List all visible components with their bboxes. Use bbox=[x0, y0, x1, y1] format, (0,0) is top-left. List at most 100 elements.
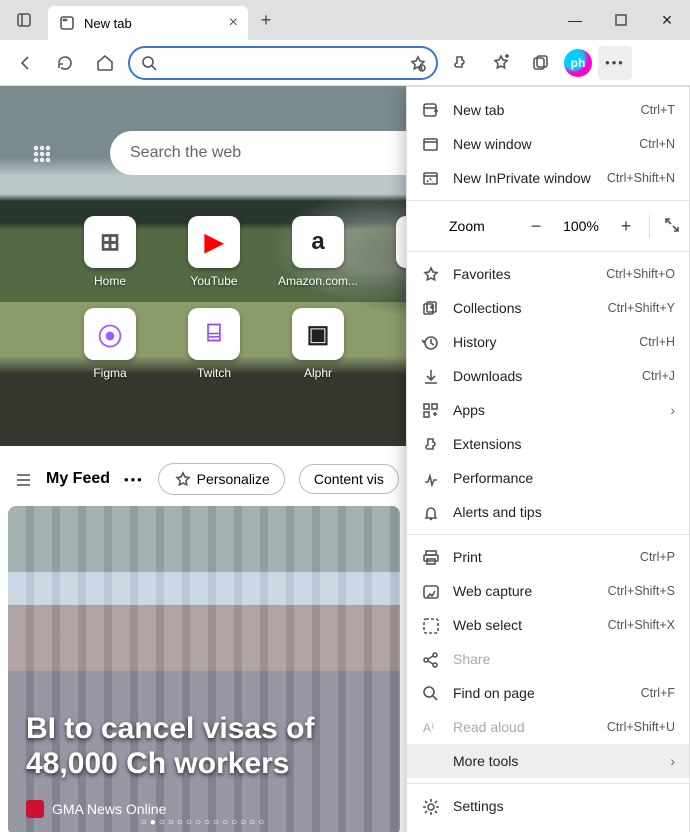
history-icon bbox=[421, 333, 439, 351]
capture-icon bbox=[421, 582, 439, 600]
menu-item-hide-sidebar[interactable]: Hide sidebarCtrl+Shift+/ bbox=[407, 823, 689, 832]
menu-item-alerts-and-tips[interactable]: Alerts and tips bbox=[407, 495, 689, 529]
arrow-left-icon bbox=[15, 53, 35, 73]
app-launcher-button[interactable] bbox=[32, 144, 50, 165]
tile-icon: ▣ bbox=[292, 308, 344, 360]
inprivate-icon bbox=[421, 169, 439, 187]
menu-item-label: Apps bbox=[453, 402, 485, 418]
menu-item-find-on-page[interactable]: Find on pageCtrl+F bbox=[407, 676, 689, 710]
minimize-button[interactable]: — bbox=[552, 0, 598, 40]
fullscreen-button[interactable] bbox=[649, 215, 675, 238]
menu-item-shortcut: Ctrl+P bbox=[640, 550, 675, 564]
carousel-dots[interactable]: ○●○○○○○○○○○○○○ bbox=[141, 817, 268, 828]
search-icon bbox=[140, 54, 158, 72]
read-icon: A⁾ bbox=[421, 718, 439, 736]
menu-item-web-capture[interactable]: Web captureCtrl+Shift+S bbox=[407, 574, 689, 608]
menu-item-downloads[interactable]: DownloadsCtrl+J bbox=[407, 359, 689, 393]
tile-icon: ▶ bbox=[188, 216, 240, 268]
new-tab-button[interactable]: + bbox=[248, 2, 284, 38]
maximize-button[interactable] bbox=[598, 0, 644, 40]
news-headline: BI to cancel visas of 48,000 Ch workers bbox=[26, 712, 390, 781]
tab-close-button[interactable]: × bbox=[229, 14, 238, 32]
tile-label: Figma bbox=[93, 366, 126, 380]
chevron-right-icon: › bbox=[670, 753, 675, 769]
menu-item-new-tab[interactable]: New tabCtrl+T bbox=[407, 93, 689, 127]
quick-links-grid: ⊞Home▶YouTubeaAmazon.com...•http⦿Figma⌸T… bbox=[75, 216, 457, 380]
menu-item-label: Web capture bbox=[453, 583, 532, 599]
refresh-button[interactable] bbox=[48, 46, 82, 80]
back-button[interactable] bbox=[8, 46, 42, 80]
overflow-menu: New tabCtrl+TNew windowCtrl+NNew InPriva… bbox=[406, 86, 690, 832]
address-input[interactable] bbox=[166, 55, 400, 71]
menu-item-label: Share bbox=[453, 651, 490, 667]
close-window-button[interactable]: × bbox=[644, 0, 690, 40]
profile-avatar[interactable]: ph bbox=[564, 49, 592, 77]
menu-item-history[interactable]: HistoryCtrl+H bbox=[407, 325, 689, 359]
menu-item-label: Find on page bbox=[453, 685, 535, 701]
menu-item-apps[interactable]: Apps › bbox=[407, 393, 689, 427]
home-button[interactable] bbox=[88, 46, 122, 80]
quick-link-tile[interactable]: ▶ YouTube bbox=[179, 216, 249, 288]
menu-zoom-row: Zoom − 100% + bbox=[407, 206, 689, 246]
grid-icon bbox=[32, 144, 50, 162]
select-icon bbox=[421, 616, 439, 634]
fullscreen-icon bbox=[662, 215, 680, 233]
quick-link-tile[interactable]: ⦿Figma bbox=[75, 308, 145, 380]
bell-icon bbox=[421, 503, 439, 521]
zoom-label: Zoom bbox=[421, 218, 485, 234]
quick-link-tile[interactable]: aAmazon.com... bbox=[283, 216, 353, 288]
overflow-menu-button[interactable]: ••• bbox=[598, 46, 632, 80]
puzzle-icon bbox=[451, 53, 471, 73]
chevron-right-icon: › bbox=[670, 402, 675, 418]
menu-item-favorites[interactable]: FavoritesCtrl+Shift+O bbox=[407, 257, 689, 291]
star-icon bbox=[421, 265, 439, 283]
apps-icon bbox=[421, 401, 439, 419]
news-card[interactable]: BI to cancel visas of 48,000 Ch workers … bbox=[8, 506, 400, 832]
tile-label: Amazon.com... bbox=[278, 274, 358, 288]
zoom-percent: 100% bbox=[559, 218, 603, 234]
favorites-button[interactable] bbox=[484, 46, 518, 80]
tile-label: YouTube bbox=[190, 274, 237, 288]
menu-item-settings[interactable]: Settings bbox=[407, 789, 689, 823]
menu-item-more-tools[interactable]: More tools› bbox=[407, 744, 689, 778]
quick-link-tile[interactable]: ⌸Twitch bbox=[179, 308, 249, 380]
personalize-chip[interactable]: Personalize bbox=[158, 463, 285, 495]
browser-tab[interactable]: New tab × bbox=[48, 6, 248, 40]
tabs-icon bbox=[15, 11, 33, 29]
feed-options-button[interactable]: ••• bbox=[124, 472, 144, 487]
menu-item-performance[interactable]: Performance bbox=[407, 461, 689, 495]
refresh-icon bbox=[55, 53, 75, 73]
vertical-tabs-button[interactable] bbox=[6, 2, 42, 38]
gear-icon bbox=[421, 797, 439, 815]
menu-item-new-window[interactable]: New windowCtrl+N bbox=[407, 127, 689, 161]
menu-item-new-inprivate-window[interactable]: New InPrivate windowCtrl+Shift+N bbox=[407, 161, 689, 195]
collections-button[interactable] bbox=[524, 46, 558, 80]
hamburger-icon[interactable] bbox=[14, 470, 32, 488]
perf-icon bbox=[421, 469, 439, 487]
menu-item-shortcut: Ctrl+Shift+O bbox=[606, 267, 675, 281]
star-add-icon bbox=[491, 53, 511, 73]
menu-item-label: Extensions bbox=[453, 436, 521, 452]
quick-link-tile[interactable]: ▣Alphr bbox=[283, 308, 353, 380]
menu-item-web-select[interactable]: Web selectCtrl+Shift+X bbox=[407, 608, 689, 642]
find-icon bbox=[421, 684, 439, 702]
menu-item-label: Print bbox=[453, 549, 482, 565]
star-icon bbox=[173, 470, 191, 488]
extensions-button[interactable] bbox=[444, 46, 478, 80]
titlebar: New tab × + — × bbox=[0, 0, 690, 40]
menu-item-extensions[interactable]: Extensions bbox=[407, 427, 689, 461]
square-icon bbox=[612, 11, 630, 29]
menu-item-shortcut: Ctrl+T bbox=[641, 103, 675, 117]
menu-item-collections[interactable]: CollectionsCtrl+Shift+Y bbox=[407, 291, 689, 325]
content-visibility-chip[interactable]: Content vis bbox=[299, 464, 399, 494]
menu-item-label: New window bbox=[453, 136, 532, 152]
favorite-star-icon[interactable] bbox=[408, 54, 426, 72]
quick-link-tile[interactable]: ⊞Home bbox=[75, 216, 145, 288]
menu-item-print[interactable]: Print Ctrl+P bbox=[407, 540, 689, 574]
menu-item-label: Collections bbox=[453, 300, 521, 316]
address-bar[interactable] bbox=[128, 46, 438, 80]
zoom-in-button[interactable]: + bbox=[613, 216, 639, 237]
menu-item-label: Performance bbox=[453, 470, 533, 486]
source-logo-icon bbox=[26, 800, 44, 818]
zoom-out-button[interactable]: − bbox=[523, 216, 549, 237]
